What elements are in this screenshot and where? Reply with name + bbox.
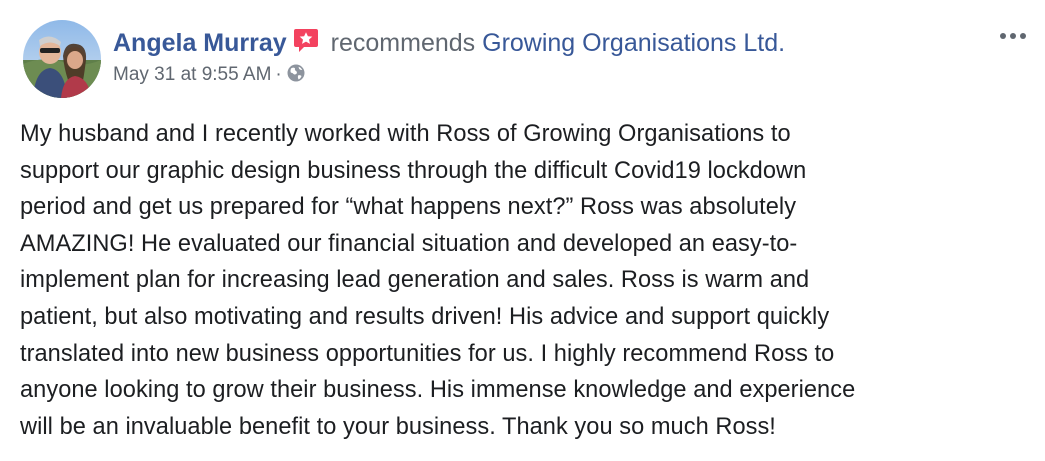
globe-icon[interactable] bbox=[286, 63, 306, 91]
meta-separator: · bbox=[275, 64, 282, 85]
more-options-icon[interactable] bbox=[995, 22, 1031, 50]
body-line: patient, but also motivating and results… bbox=[20, 303, 830, 330]
post-timestamp[interactable]: May 31 at 9:55 AM bbox=[113, 64, 271, 85]
page-name-link[interactable]: Growing Organisations Ltd. bbox=[482, 29, 785, 57]
post-title-line: Angela Murray recommends Growing Organis… bbox=[113, 26, 965, 62]
post-body: My husband and I recently worked with Ro… bbox=[20, 116, 1010, 445]
author-name[interactable]: Angela Murray bbox=[113, 29, 287, 57]
body-line: anyone looking to grow their business. H… bbox=[20, 377, 856, 404]
body-line: implement plan for increasing lead gener… bbox=[20, 267, 810, 294]
avatar-photo bbox=[23, 20, 101, 98]
body-line: AMAZING! He evaluated our financial situ… bbox=[20, 230, 798, 257]
body-line: support our graphic design business thro… bbox=[20, 157, 807, 184]
recommend-star-icon bbox=[293, 27, 319, 62]
body-line: translated into new business opportuniti… bbox=[20, 340, 835, 367]
body-line: My husband and I recently worked with Ro… bbox=[20, 121, 791, 147]
body-line: period and get us prepared for “what hap… bbox=[20, 194, 797, 221]
post-header: Angela Murray recommends Growing Organis… bbox=[113, 26, 965, 91]
body-line: will be an invaluable benefit to your bu… bbox=[20, 413, 776, 440]
recommends-verb: recommends bbox=[330, 29, 476, 57]
recommendation-post: Angela Murray recommends Growing Organis… bbox=[0, 0, 1045, 461]
post-meta-line: May 31 at 9:55 AM · bbox=[113, 62, 965, 91]
avatar[interactable] bbox=[23, 20, 101, 98]
